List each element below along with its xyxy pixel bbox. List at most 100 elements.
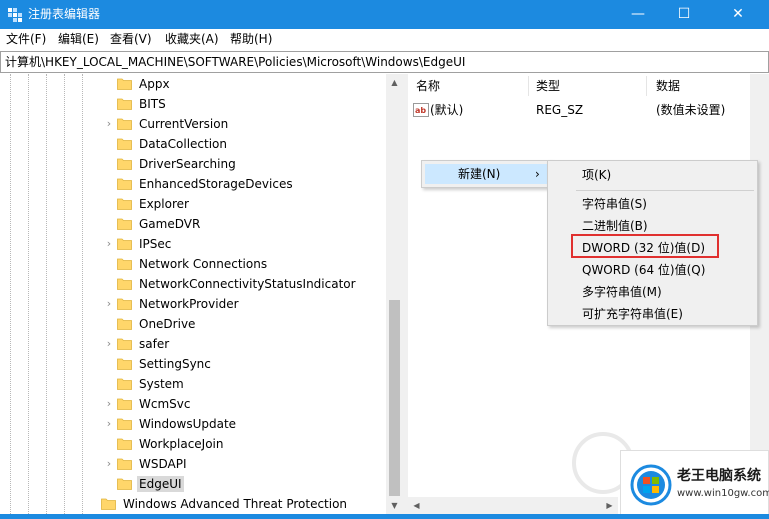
tree-item[interactable]: › CurrentVersion: [104, 114, 386, 134]
tree-item-label: SettingSync: [139, 357, 211, 371]
expand-chevron-icon[interactable]: ›: [104, 297, 114, 311]
expand-chevron-icon[interactable]: ›: [104, 457, 114, 471]
tree-item[interactable]: › NetworkProvider: [104, 294, 386, 314]
folder-icon: [117, 398, 132, 410]
submenu-item-string[interactable]: 字符串值(S): [582, 196, 647, 212]
folder-icon: [117, 258, 132, 270]
tree-item-label: CurrentVersion: [139, 117, 229, 131]
menu-view[interactable]: 查看(V): [110, 32, 152, 47]
tree-item[interactable]: Windows Advanced Threat Protection: [88, 494, 386, 514]
folder-icon: [117, 238, 132, 250]
expand-chevron-icon[interactable]: ›: [104, 397, 114, 411]
scroll-right-icon[interactable]: ▶: [601, 497, 618, 514]
submenu-item-binary[interactable]: 二进制值(B): [582, 218, 648, 234]
expand-chevron-icon[interactable]: ›: [104, 417, 114, 431]
windows-logo-icon: [630, 464, 672, 506]
tree-guide-line: [10, 74, 11, 514]
close-button[interactable]: ✕: [707, 0, 769, 29]
column-header-name[interactable]: 名称: [416, 78, 440, 94]
tree-item[interactable]: OneDrive: [104, 314, 386, 334]
tree-item-label: EdgeUI: [137, 476, 184, 492]
tree-item[interactable]: Appx: [104, 74, 386, 94]
minimize-button[interactable]: —: [615, 0, 661, 29]
tree-item-label: NetworkProvider: [139, 297, 239, 311]
value-data: (数值未设置): [656, 103, 726, 117]
tree-guide-line: [82, 74, 83, 514]
tree-item[interactable]: WorkplaceJoin: [104, 434, 386, 454]
tree-item[interactable]: › safer: [104, 334, 386, 354]
tree-item-label: IPSec: [139, 237, 172, 251]
context-menu: 新建(N) ›: [421, 160, 552, 188]
submenu-separator: [576, 190, 754, 191]
tree-item-label: Explorer: [139, 197, 189, 211]
column-header-type[interactable]: 类型: [536, 78, 560, 94]
tree-vertical-scrollbar[interactable]: ▲ ▼: [386, 74, 403, 514]
submenu-item-key[interactable]: 项(K): [582, 167, 611, 183]
folder-icon: [117, 298, 132, 310]
menu-item-new[interactable]: 新建(N) ›: [425, 164, 548, 184]
value-name[interactable]: (默认): [430, 102, 463, 118]
scroll-left-icon[interactable]: ◀: [408, 497, 425, 514]
address-bar[interactable]: 计算机\HKEY_LOCAL_MACHINE\SOFTWARE\Policies…: [0, 51, 769, 73]
tree-item[interactable]: System: [104, 374, 386, 394]
tree-item[interactable]: GameDVR: [104, 214, 386, 234]
bottom-border: [0, 514, 769, 519]
folder-icon: [117, 318, 132, 330]
new-submenu: 项(K) 字符串值(S) 二进制值(B) DWORD (32 位)值(D) QW…: [547, 160, 758, 326]
tree-item[interactable]: › WcmSvc: [104, 394, 386, 414]
menu-favorites[interactable]: 收藏夹(A): [165, 32, 219, 47]
folder-icon: [117, 358, 132, 370]
tree-item-label: EnhancedStorageDevices: [139, 177, 293, 191]
tree-item-label: Windows Advanced Threat Protection: [123, 497, 348, 511]
submenu-item-multistring[interactable]: 多字符串值(M): [582, 284, 662, 300]
folder-icon: [117, 98, 132, 110]
watermark-brand: 老王电脑系统: [677, 468, 761, 484]
tree-item[interactable]: BITS: [104, 94, 386, 114]
tree-item[interactable]: DataCollection: [104, 134, 386, 154]
tree-guide-line: [46, 74, 47, 514]
submenu-arrow-icon: ›: [535, 167, 540, 181]
maximize-button[interactable]: ☐: [661, 0, 707, 29]
menu-help[interactable]: 帮助(H): [230, 32, 272, 47]
submenu-item-expandable-string[interactable]: 可扩充字符串值(E): [582, 306, 683, 322]
scroll-up-icon[interactable]: ▲: [386, 74, 403, 91]
folder-icon: [101, 498, 116, 510]
tree-item[interactable]: SettingSync: [104, 354, 386, 374]
scroll-down-icon[interactable]: ▼: [386, 497, 403, 514]
folder-icon: [117, 138, 132, 150]
column-separator[interactable]: [646, 76, 647, 96]
expand-chevron-icon[interactable]: ›: [104, 117, 114, 131]
tree-item[interactable]: Explorer: [104, 194, 386, 214]
tree-item[interactable]: › WSDAPI: [104, 454, 386, 474]
menu-bar: 文件(F) 编辑(E) 查看(V) 收藏夹(A) 帮助(H): [0, 29, 769, 50]
scrollbar-thumb[interactable]: [389, 300, 400, 496]
expand-chevron-icon[interactable]: ›: [104, 337, 114, 351]
tree-item[interactable]: › WindowsUpdate: [104, 414, 386, 434]
tree-item[interactable]: NetworkConnectivityStatusIndicator: [104, 274, 386, 294]
tree-item-label: DataCollection: [139, 137, 228, 151]
tree-item-label: WindowsUpdate: [139, 417, 237, 431]
svg-text:ab: ab: [415, 106, 426, 115]
tree-item[interactable]: DriverSearching: [104, 154, 386, 174]
tree-item[interactable]: Network Connections: [104, 254, 386, 274]
tree-item-label: safer: [139, 337, 170, 351]
tree-item-label: WcmSvc: [139, 397, 191, 411]
regedit-app-icon: [8, 8, 22, 22]
menu-edit[interactable]: 编辑(E): [58, 32, 99, 47]
tree-item-label: Network Connections: [139, 257, 268, 271]
submenu-item-qword[interactable]: QWORD (64 位)值(Q): [582, 262, 705, 278]
window-title: 注册表编辑器: [28, 7, 101, 21]
tree-item[interactable]: EnhancedStorageDevices: [104, 174, 386, 194]
column-header-data[interactable]: 数据: [656, 78, 680, 94]
folder-icon: [117, 178, 132, 190]
menu-file[interactable]: 文件(F): [6, 32, 46, 47]
expand-chevron-icon[interactable]: ›: [104, 237, 114, 251]
tree-item-label: OneDrive: [139, 317, 196, 331]
tree-item[interactable]: EdgeUI: [104, 474, 386, 494]
list-horizontal-scrollbar[interactable]: ◀ ▶: [408, 497, 618, 514]
column-separator[interactable]: [528, 76, 529, 96]
tree-item-label: BITS: [139, 97, 166, 111]
tree-item[interactable]: › IPSec: [104, 234, 386, 254]
folder-icon: [117, 338, 132, 350]
folder-icon: [117, 438, 132, 450]
